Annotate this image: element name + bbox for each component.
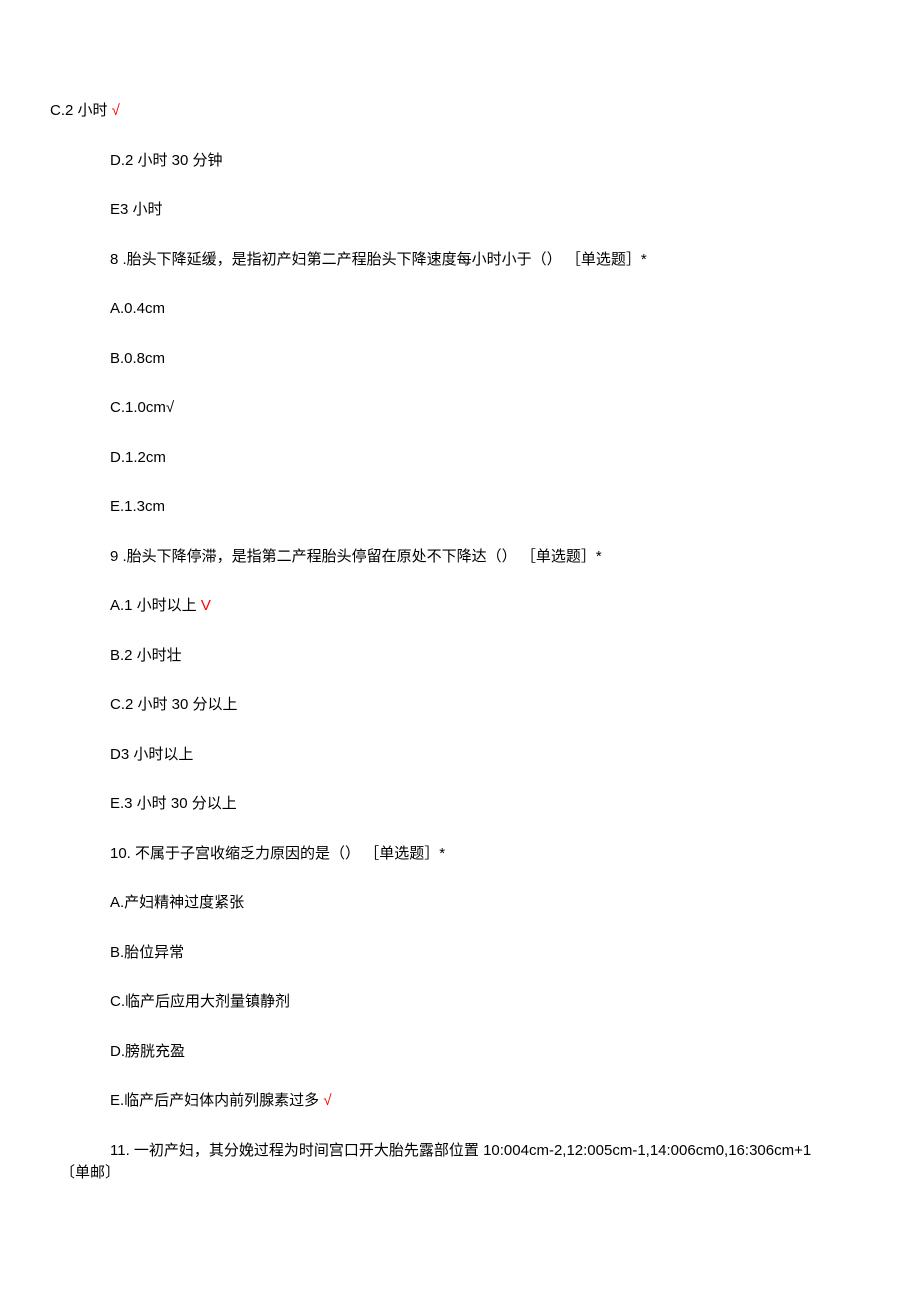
correct-mark-icon: V — [197, 597, 211, 614]
option-text: A.1 小时以上 — [110, 597, 197, 614]
q10-option-d: D.膀胱充盈 — [110, 1041, 860, 1064]
q9-option-a: A.1 小时以上 V — [110, 595, 860, 618]
question-text: 10. 不属于子宫收缩乏力原因的是（） ［单选题］* — [110, 845, 445, 862]
q7-option-e: E3 小时 — [110, 199, 860, 222]
option-text: A.0.4cm — [110, 300, 165, 317]
q7-option-d: D.2 小时 30 分钟 — [110, 150, 860, 173]
option-text: E.1.3cm — [110, 498, 165, 515]
q8-option-d: D.1.2cm — [110, 447, 860, 470]
question-text: 8 .胎头下降延缓，是指初产妇第二产程胎头下降速度每小时小于（） ［单选题］* — [110, 251, 647, 268]
option-text: E.临产后产妇体内前列腺素过多 — [110, 1092, 319, 1109]
option-text: D.2 小时 30 分钟 — [110, 152, 223, 169]
option-text: B.胎位异常 — [110, 944, 184, 961]
option-text: B.0.8cm — [110, 350, 165, 367]
q10-option-a: A.产妇精神过度紧张 — [110, 892, 860, 915]
q10-stem: 10. 不属于子宫收缩乏力原因的是（） ［单选题］* — [110, 843, 860, 866]
q9-stem: 9 .胎头下降停滞，是指第二产程胎头停留在原处不下降达（） ［单选题］* — [110, 546, 860, 569]
q9-option-e: E.3 小时 30 分以上 — [110, 793, 860, 816]
q11-stem: 11. 一初产妇，其分娩过程为时间宫口开大胎先露部位置 10:004cm-2,1… — [110, 1140, 860, 1185]
q8-option-c: C.1.0cm√ — [110, 397, 860, 420]
option-text: D3 小时以上 — [110, 746, 193, 763]
q9-option-c: C.2 小时 30 分以上 — [110, 694, 860, 717]
q10-option-b: B.胎位异常 — [110, 942, 860, 965]
option-text: C.临产后应用大剂量镇静剂 — [110, 993, 290, 1010]
q9-option-d: D3 小时以上 — [110, 744, 860, 767]
option-text: C.2 小时 — [50, 102, 108, 119]
option-text: D.膀胱充盈 — [110, 1043, 185, 1060]
question-tag: 〔单邮〕 — [60, 1162, 860, 1185]
option-text: C.1.0cm√ — [110, 399, 174, 416]
document-page: C.2 小时 √ D.2 小时 30 分钟 E3 小时 8 .胎头下降延缓，是指… — [0, 0, 920, 1225]
q8-option-e: E.1.3cm — [110, 496, 860, 519]
question-text: 11. 一初产妇，其分娩过程为时间宫口开大胎先露部位置 10:004cm-2,1… — [110, 1140, 860, 1163]
option-text: B.2 小时壮 — [110, 647, 182, 664]
option-text: E.3 小时 30 分以上 — [110, 795, 237, 812]
q8-stem: 8 .胎头下降延缓，是指初产妇第二产程胎头下降速度每小时小于（） ［单选题］* — [110, 249, 860, 272]
q9-option-b: B.2 小时壮 — [110, 645, 860, 668]
option-text: E3 小时 — [110, 201, 163, 218]
q8-option-b: B.0.8cm — [110, 348, 860, 371]
correct-mark-icon: √ — [108, 102, 120, 119]
q10-option-e: E.临产后产妇体内前列腺素过多 √ — [110, 1090, 860, 1113]
correct-mark-icon: √ — [319, 1092, 331, 1109]
option-text: C.2 小时 30 分以上 — [110, 696, 238, 713]
option-text: A.产妇精神过度紧张 — [110, 894, 244, 911]
q10-option-c: C.临产后应用大剂量镇静剂 — [110, 991, 860, 1014]
question-text: 9 .胎头下降停滞，是指第二产程胎头停留在原处不下降达（） ［单选题］* — [110, 548, 602, 565]
q8-option-a: A.0.4cm — [110, 298, 860, 321]
q7-option-c: C.2 小时 √ — [50, 100, 860, 123]
option-text: D.1.2cm — [110, 449, 166, 466]
